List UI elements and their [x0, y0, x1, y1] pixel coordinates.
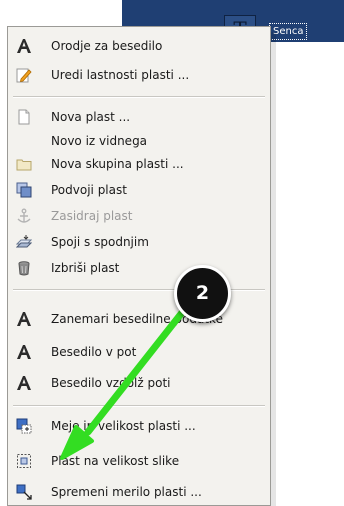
- annotation-arrow: [60, 301, 192, 460]
- arrow-shaft: [84, 301, 192, 436]
- step-callout: 2: [174, 265, 231, 322]
